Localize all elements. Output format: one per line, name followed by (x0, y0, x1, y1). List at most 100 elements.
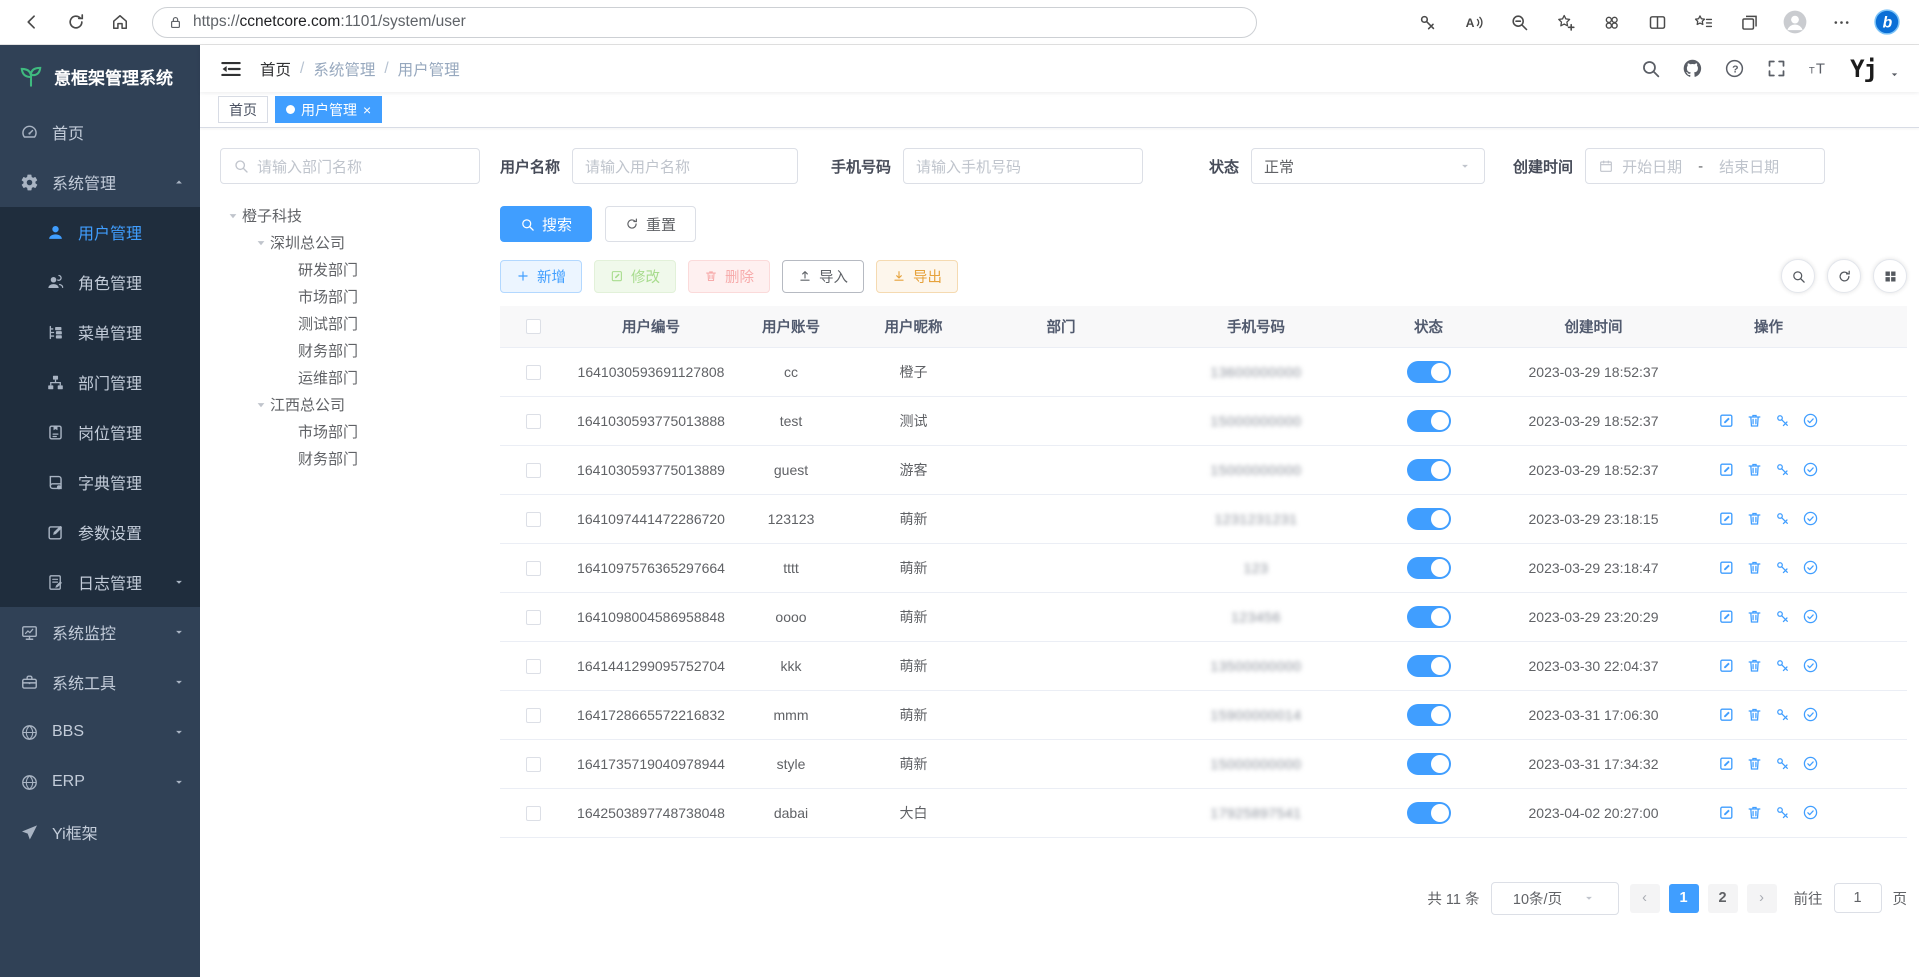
hamburger-icon[interactable] (218, 56, 244, 82)
browser-avatar-button[interactable] (1777, 5, 1813, 39)
key-icon[interactable] (1774, 412, 1791, 429)
sidebar-item-角色管理[interactable]: 角色管理 (0, 257, 200, 307)
dept-search-input[interactable]: 请输入部门名称 (220, 148, 480, 184)
check-circle-icon[interactable] (1802, 510, 1819, 527)
row-checkbox[interactable] (526, 757, 541, 772)
search-button[interactable]: 搜索 (500, 206, 592, 242)
sidebar-item-ERP[interactable]: ERP (0, 757, 200, 807)
sidebar-item-首页[interactable]: 首页 (0, 107, 200, 157)
sidebar-item-岗位管理[interactable]: 岗位管理 (0, 407, 200, 457)
reset-password-button[interactable] (1774, 559, 1791, 576)
close-tab-icon[interactable]: × (363, 103, 371, 117)
check-circle-icon[interactable] (1802, 608, 1819, 625)
browser-home-button[interactable] (102, 5, 138, 39)
trash-icon[interactable] (1746, 412, 1763, 429)
sidebar-item-参数设置[interactable]: 参数设置 (0, 507, 200, 557)
sidebar-item-日志管理[interactable]: 日志管理 (0, 557, 200, 607)
tab-用户管理[interactable]: 用户管理× (275, 96, 382, 123)
status-toggle[interactable] (1407, 704, 1451, 726)
status-toggle[interactable] (1407, 655, 1451, 677)
row-checkbox[interactable] (526, 512, 541, 527)
delete-user-button[interactable] (1746, 510, 1763, 527)
reset-password-button[interactable] (1774, 706, 1791, 723)
assign-role-button[interactable] (1802, 412, 1819, 429)
edit-op-icon[interactable] (1718, 559, 1735, 576)
row-checkbox[interactable] (526, 365, 541, 380)
sidebar-item-用户管理[interactable]: 用户管理 (0, 207, 200, 257)
edit-user-button[interactable] (1718, 559, 1735, 576)
delete-user-button[interactable] (1746, 559, 1763, 576)
browser-bing-button[interactable]: b (1869, 5, 1905, 39)
toolbar-grid-button[interactable] (1873, 259, 1907, 293)
tree-node-江西总公司[interactable]: 江西总公司 (220, 391, 480, 418)
reset-password-button[interactable] (1774, 657, 1791, 674)
status-toggle[interactable] (1407, 459, 1451, 481)
reset-password-button[interactable] (1774, 510, 1791, 527)
user-menu-caret-icon[interactable] (1888, 68, 1901, 81)
key-icon[interactable] (1774, 510, 1791, 527)
delete-button[interactable]: 删除 (688, 260, 770, 293)
edit-op-icon[interactable] (1718, 461, 1735, 478)
tree-node-财务部门[interactable]: 财务部门 (220, 337, 480, 364)
key-icon[interactable] (1774, 804, 1791, 821)
prev-page-button[interactable]: ‹ (1630, 884, 1660, 913)
search-icon[interactable] (1640, 58, 1661, 79)
tree-node-市场部门[interactable]: 市场部门 (220, 418, 480, 445)
assign-role-button[interactable] (1802, 706, 1819, 723)
header-github-button[interactable] (1682, 58, 1703, 79)
row-checkbox[interactable] (526, 561, 541, 576)
fullscreen-icon[interactable] (1766, 58, 1787, 79)
delete-user-button[interactable] (1746, 706, 1763, 723)
status-toggle[interactable] (1407, 753, 1451, 775)
sidebar-item-Yi框架[interactable]: Yi框架 (0, 807, 200, 857)
sidebar-item-系统管理[interactable]: 系统管理 (0, 157, 200, 207)
tree-node-财务部门[interactable]: 财务部门 (220, 445, 480, 472)
key-icon[interactable] (1774, 559, 1791, 576)
check-circle-icon[interactable] (1802, 559, 1819, 576)
modify-button[interactable]: 修改 (594, 260, 676, 293)
browser-refresh-button[interactable] (58, 5, 94, 39)
sidebar-item-BBS[interactable]: BBS (0, 707, 200, 757)
page-button-2[interactable]: 2 (1708, 884, 1738, 913)
reset-password-button[interactable] (1774, 461, 1791, 478)
browser-split-screen-button[interactable] (1639, 5, 1675, 39)
edit-user-button[interactable] (1718, 706, 1735, 723)
key-icon[interactable] (1774, 706, 1791, 723)
row-checkbox[interactable] (526, 463, 541, 478)
font-size-icon[interactable]: TT (1808, 58, 1829, 79)
sidebar-item-字典管理[interactable]: 字典管理 (0, 457, 200, 507)
assign-role-button[interactable] (1802, 608, 1819, 625)
date-range-picker[interactable]: 开始日期 - 结束日期 (1585, 148, 1825, 184)
assign-role-button[interactable] (1802, 559, 1819, 576)
assign-role-button[interactable] (1802, 804, 1819, 821)
row-checkbox[interactable] (526, 659, 541, 674)
assign-role-button[interactable] (1802, 755, 1819, 772)
browser-zoom-out-button[interactable] (1501, 5, 1537, 39)
trash-icon[interactable] (1746, 804, 1763, 821)
key-icon[interactable] (1774, 755, 1791, 772)
username-input[interactable]: 请输入用户名称 (572, 148, 798, 184)
edit-user-button[interactable] (1718, 461, 1735, 478)
phone-input[interactable]: 请输入手机号码 (903, 148, 1143, 184)
reset-password-button[interactable] (1774, 608, 1791, 625)
sidebar-item-菜单管理[interactable]: 菜单管理 (0, 307, 200, 357)
browser-extensions-button[interactable] (1593, 5, 1629, 39)
tree-node-深圳总公司[interactable]: 深圳总公司 (220, 229, 480, 256)
breadcrumb-item[interactable]: 首页 (260, 58, 291, 80)
check-circle-icon[interactable] (1802, 657, 1819, 674)
status-toggle[interactable] (1407, 508, 1451, 530)
check-circle-icon[interactable] (1802, 804, 1819, 821)
edit-user-button[interactable] (1718, 510, 1735, 527)
tree-node-市场部门[interactable]: 市场部门 (220, 283, 480, 310)
edit-op-icon[interactable] (1718, 510, 1735, 527)
sidebar-toggle-button[interactable] (218, 56, 244, 82)
delete-user-button[interactable] (1746, 412, 1763, 429)
check-circle-icon[interactable] (1802, 706, 1819, 723)
status-select[interactable]: 正常 (1251, 148, 1485, 184)
page-size-select[interactable]: 10条/页 (1491, 882, 1619, 915)
assign-role-button[interactable] (1802, 510, 1819, 527)
import-button[interactable]: 导入 (782, 260, 864, 293)
reset-button[interactable]: 重置 (605, 206, 696, 242)
export-button[interactable]: 导出 (876, 260, 958, 293)
status-toggle[interactable] (1407, 802, 1451, 824)
